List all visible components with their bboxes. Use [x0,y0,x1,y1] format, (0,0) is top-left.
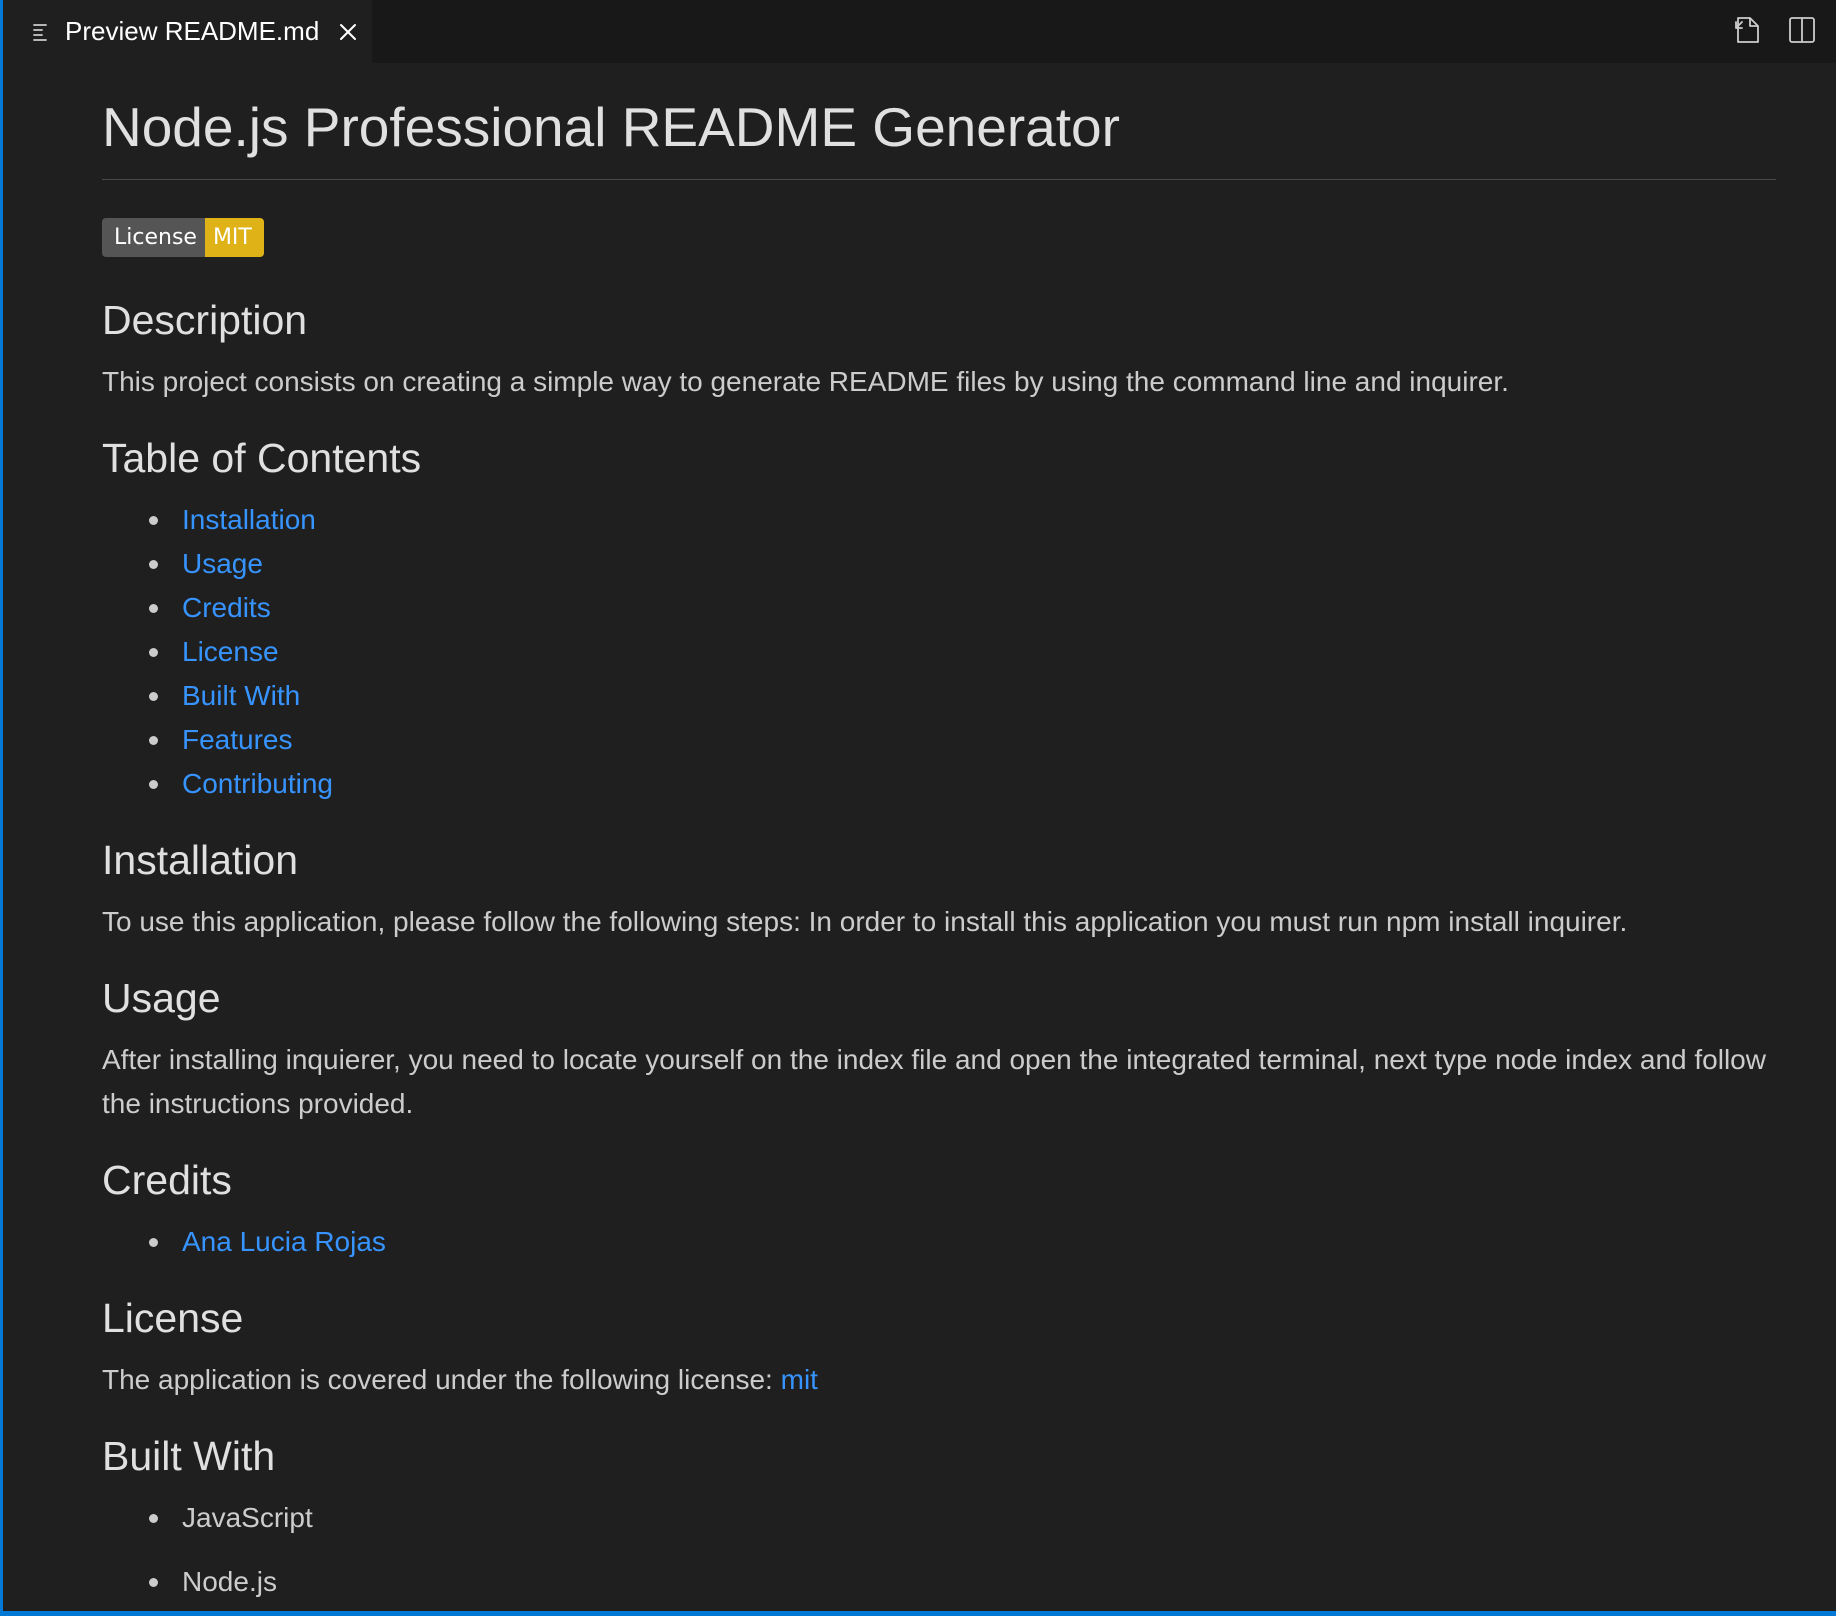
installation-paragraph-wrap: To use this application, please follow t… [102,900,1776,944]
heading-description: Description [102,297,308,343]
heading-usage: Usage [102,975,221,1021]
section-usage: Usage [102,973,1776,1023]
license-paragraph-wrap: The application is covered under the fol… [102,1358,1776,1402]
license-badge-label: License [102,218,205,257]
credits-list-wrap: Ana Lucia Rojas [102,1220,1776,1264]
heading-license: License [102,1295,244,1341]
description-paragraph-wrap: This project consists on creating a simp… [102,360,1776,404]
tab-bar: Preview README.md [3,0,1836,63]
heading-table-of-contents: Table of Contents [102,435,422,481]
list-item: Contributing [149,762,1776,806]
license-link[interactable]: mit [781,1364,818,1395]
list-item: Usage [149,542,1776,586]
editor-actions [1732,14,1818,46]
markdown-preview-body: Node.js Professional README Generator Li… [102,63,1776,1597]
installation-text: To use this application, please follow t… [102,906,1628,937]
list-item: Built With [149,674,1776,718]
heading-credits: Credits [102,1157,232,1203]
tab-title: Preview README.md [65,16,320,46]
usage-paragraph-wrap: After installing inquierer, you need to … [102,1038,1776,1126]
open-source-file-icon[interactable] [1732,14,1764,46]
section-credits: Credits [102,1155,1776,1205]
list-item: Credits [149,586,1776,630]
list-item: JavaScript [149,1496,1776,1540]
built-with-list-wrap: JavaScript Node.js [102,1496,1776,1604]
license-badge-value: MIT [204,218,264,257]
toc-list-wrap: Installation Usage Credits License Built… [102,498,1776,806]
license-badge: License MIT [102,218,264,257]
list-item: Node.js [149,1560,1776,1604]
list-item: License [149,630,1776,674]
heading-installation: Installation [102,837,299,883]
preview-lines-icon [33,23,47,41]
tab-preview-readme[interactable]: Preview README.md [3,0,372,63]
close-icon[interactable] [337,21,359,43]
license-text: The application is covered under the fol… [102,1364,781,1395]
usage-text: After installing inquierer, you need to … [102,1044,1766,1119]
section-license: License [102,1293,1776,1343]
toc-link-features[interactable]: Features [182,724,293,755]
toc-link-contributing[interactable]: Contributing [182,768,333,799]
toc-link-license[interactable]: License [182,636,279,667]
heading-built-with: Built With [102,1433,276,1479]
section-built-with: Built With [102,1431,1776,1481]
credits-list: Ana Lucia Rojas [102,1220,1776,1264]
markdown-preview-window: Preview README.md Node.js Professional R… [0,0,1836,1616]
section-installation: Installation [102,835,1776,885]
split-editor-icon[interactable] [1786,14,1818,46]
toc-link-credits[interactable]: Credits [182,592,271,623]
license-paragraph: The application is covered under the fol… [102,1358,1776,1402]
credit-link[interactable]: Ana Lucia Rojas [182,1226,386,1257]
toc-link-installation[interactable]: Installation [182,504,316,535]
description-text: This project consists on creating a simp… [102,366,1509,397]
list-item: Installation [149,498,1776,542]
section-table-of-contents: Table of Contents [102,433,1776,483]
section-description: Description [102,295,1776,345]
toc-link-usage[interactable]: Usage [182,548,263,579]
built-with-list: JavaScript Node.js [102,1496,1776,1604]
toc-link-built-with[interactable]: Built With [182,680,300,711]
toc-list: Installation Usage Credits License Built… [102,498,1776,806]
document-title: Node.js Professional README Generator [102,93,1776,180]
list-item: Features [149,718,1776,762]
list-item: Ana Lucia Rojas [149,1220,1776,1264]
